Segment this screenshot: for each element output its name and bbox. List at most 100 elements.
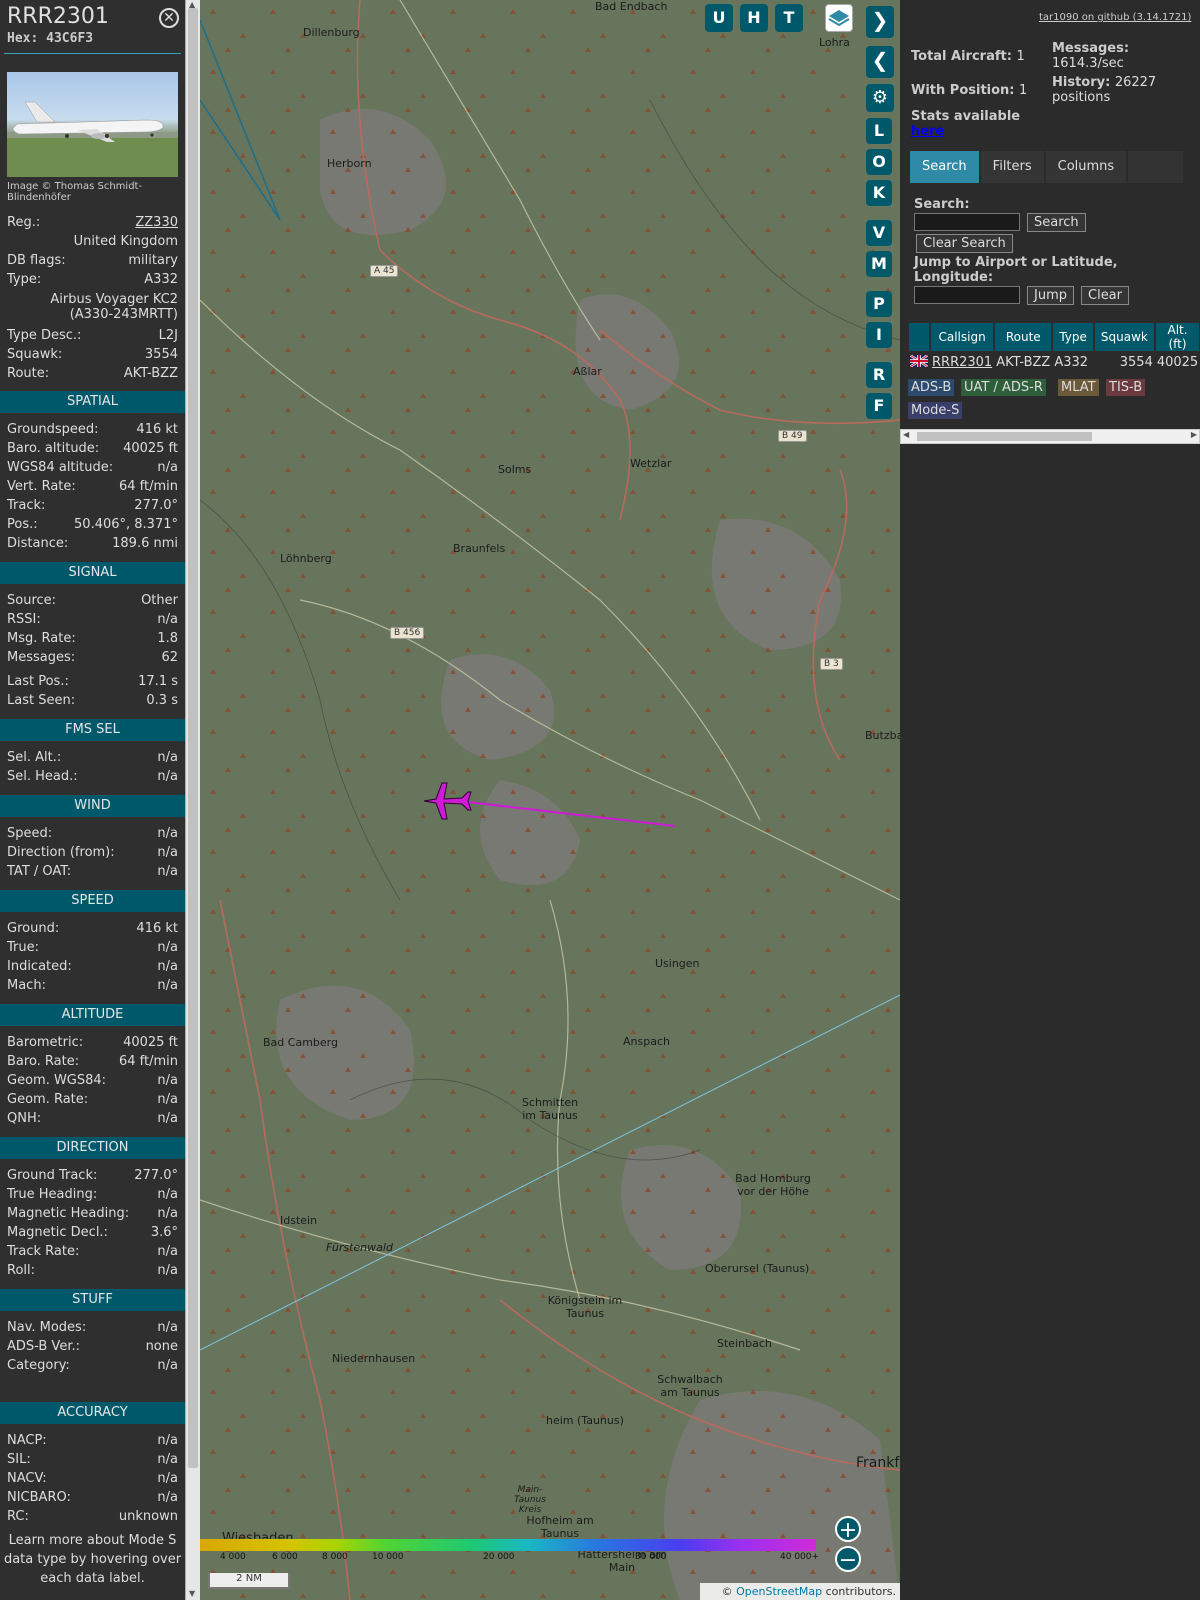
detail-label[interactable]: Track:	[7, 498, 45, 513]
aircraft-photo[interactable]	[7, 72, 178, 177]
map-canvas[interactable]: Bad Endbach Dillenburg Lohra Herborn Aßl…	[200, 0, 900, 1600]
detail-label[interactable]: Last Pos.:	[7, 674, 69, 689]
detail-label[interactable]: Barometric:	[7, 1035, 83, 1050]
column-header[interactable]: Type	[1053, 323, 1093, 351]
column-header[interactable]: Callsign	[931, 323, 994, 351]
detail-label[interactable]: SIL:	[7, 1452, 31, 1467]
detail-label[interactable]: Indicated:	[7, 959, 72, 974]
column-header[interactable]: Squawk	[1094, 323, 1154, 351]
detail-label[interactable]: Distance:	[7, 536, 68, 551]
map-button-p[interactable]: P	[866, 291, 892, 317]
column-header[interactable]: Alt. (ft)	[1155, 323, 1200, 351]
detail-label[interactable]: Magnetic Decl.:	[7, 1225, 108, 1240]
detail-label[interactable]: ADS-B Ver.:	[7, 1339, 80, 1354]
detail-label[interactable]: True Heading:	[7, 1187, 97, 1202]
detail-value: n/a	[157, 1358, 178, 1373]
scroll-right-icon[interactable]: ▶	[1191, 430, 1197, 439]
layers-icon[interactable]	[825, 4, 853, 32]
chevron-left-icon[interactable]: ❮	[866, 46, 894, 78]
detail-label[interactable]: Geom. Rate:	[7, 1092, 88, 1107]
detail-label[interactable]: Baro. Rate:	[7, 1054, 79, 1069]
detail-label[interactable]: Groundspeed:	[7, 422, 98, 437]
tab-extra[interactable]	[1128, 151, 1184, 183]
scroll-down-icon[interactable]: ▼	[189, 1590, 195, 1598]
detail-label[interactable]: Sel. Alt.:	[7, 750, 61, 765]
detail-label[interactable]: Last Seen:	[7, 693, 75, 708]
stat-value: 1	[1019, 83, 1028, 98]
clear-search-button[interactable]: Clear Search	[916, 234, 1013, 253]
search-button[interactable]: Search	[1027, 213, 1086, 232]
detail-label[interactable]: Ground:	[7, 921, 59, 936]
detail-label[interactable]: Msg. Rate:	[7, 631, 76, 646]
map-button-r[interactable]: R	[866, 362, 892, 388]
detail-label[interactable]: Vert. Rate:	[7, 479, 76, 494]
map-button-u[interactable]: U	[705, 4, 733, 32]
map-button-k[interactable]: K	[866, 180, 892, 206]
scroll-left-icon[interactable]: ◀	[903, 430, 909, 439]
column-header-flag[interactable]	[909, 323, 929, 351]
column-header[interactable]: Route	[995, 323, 1052, 351]
detail-label[interactable]: Pos.:	[7, 517, 38, 532]
map-label: Main-Taunus Kreis	[514, 1485, 546, 1515]
aircraft-plane-icon[interactable]	[422, 779, 472, 823]
sidebar-scrollbar[interactable]: ▲ ▼	[185, 0, 200, 1600]
zoom-in-button[interactable]: +	[835, 1516, 861, 1543]
gear-icon[interactable]: ⚙	[866, 84, 894, 112]
info-label: DB flags:	[7, 253, 66, 268]
tab-filters[interactable]: Filters	[980, 151, 1044, 183]
detail-label[interactable]: RC:	[7, 1509, 29, 1524]
registration-link[interactable]: ZZ330	[135, 215, 178, 230]
map-button-h[interactable]: H	[740, 4, 768, 32]
detail-label[interactable]: Messages:	[7, 650, 75, 665]
tab-columns[interactable]: Columns	[1045, 151, 1127, 183]
detail-label[interactable]: Nav. Modes:	[7, 1320, 86, 1335]
map-button-t[interactable]: T	[775, 4, 803, 32]
detail-row: Groundspeed: 416 kt	[7, 422, 178, 437]
detail-label[interactable]: NACV:	[7, 1471, 47, 1486]
detail-label[interactable]: Track Rate:	[7, 1244, 79, 1259]
detail-label[interactable]: NACP:	[7, 1433, 47, 1448]
detail-label[interactable]: Geom. WGS84:	[7, 1073, 106, 1088]
map-button-f[interactable]: F	[866, 393, 892, 419]
detail-label[interactable]: NICBARO:	[7, 1490, 71, 1505]
chevron-right-icon[interactable]: ❯	[866, 6, 894, 38]
detail-label[interactable]: Sel. Head.:	[7, 769, 78, 784]
info-value: A332	[144, 272, 178, 287]
close-icon[interactable]: ✕	[159, 8, 179, 28]
detail-label[interactable]: RSSI:	[7, 612, 41, 627]
section-header-accuracy: ACCURACY	[0, 1402, 185, 1424]
detail-label[interactable]: Category:	[7, 1358, 70, 1373]
map-button-o[interactable]: O	[866, 149, 892, 175]
map-button-v[interactable]: V	[866, 220, 892, 246]
detail-label[interactable]: True:	[7, 940, 39, 955]
detail-label[interactable]: Mach:	[7, 978, 46, 993]
table-row[interactable]: RRR2301 AKT-BZZ A332 3554 40025	[909, 351, 1199, 373]
scrollbar-thumb[interactable]	[917, 432, 1092, 441]
map-button-i[interactable]: I	[866, 322, 892, 348]
zoom-out-button[interactable]: −	[835, 1546, 861, 1573]
detail-label[interactable]: QNH:	[7, 1111, 41, 1126]
detail-label[interactable]: Direction (from):	[7, 845, 115, 860]
map-button-l[interactable]: L	[866, 118, 892, 144]
jump-input[interactable]	[914, 286, 1020, 304]
detail-label[interactable]: Baro. altitude:	[7, 441, 99, 456]
detail-label[interactable]: WGS84 altitude:	[7, 460, 113, 475]
detail-label[interactable]: Speed:	[7, 826, 52, 841]
github-link[interactable]: tar1090 on github (3.14.1721)	[1039, 12, 1191, 23]
table-horizontal-scrollbar[interactable]: ◀ ▶	[900, 429, 1200, 444]
stats-here-link[interactable]: here	[911, 124, 944, 139]
callsign-cell[interactable]: RRR2301	[931, 351, 993, 373]
scrollbar-thumb[interactable]	[188, 8, 198, 1468]
detail-label[interactable]: Roll:	[7, 1263, 35, 1278]
detail-label[interactable]: Source:	[7, 593, 56, 608]
detail-label[interactable]: Magnetic Heading:	[7, 1206, 129, 1221]
clear-button[interactable]: Clear	[1081, 286, 1129, 305]
osm-link[interactable]: OpenStreetMap	[736, 1585, 822, 1598]
search-input[interactable]	[914, 213, 1020, 231]
jump-button[interactable]: Jump	[1027, 286, 1074, 305]
tab-search[interactable]: Search	[910, 151, 979, 183]
detail-label[interactable]: Ground Track:	[7, 1168, 97, 1183]
map-button-m[interactable]: M	[866, 251, 892, 277]
with-position-stat: With Position: 1	[911, 83, 1027, 98]
detail-label[interactable]: TAT / OAT:	[7, 864, 71, 879]
